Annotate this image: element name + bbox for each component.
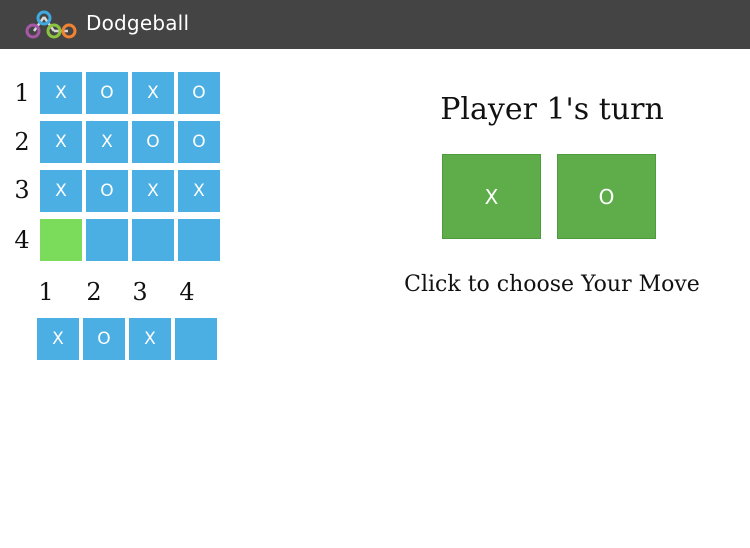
row-label-1: 1 xyxy=(14,79,30,107)
board-cell-r2-c1[interactable]: X xyxy=(40,121,82,163)
board-cell-r1-c2[interactable]: O xyxy=(86,72,128,114)
choose-o-button[interactable]: O xyxy=(557,154,656,239)
col-label-1: 1 xyxy=(38,278,54,306)
dodgeball-logo-icon xyxy=(25,10,77,39)
col-label-3: 3 xyxy=(132,278,148,306)
row-label-4: 4 xyxy=(14,226,30,254)
row-label-2: 2 xyxy=(14,128,30,156)
board-cell-r1-c4[interactable]: O xyxy=(178,72,220,114)
board-cell-r2-c3[interactable]: O xyxy=(132,121,174,163)
col-label-4: 4 xyxy=(179,278,195,306)
dodge-cell-1[interactable]: X xyxy=(37,318,79,360)
dodge-cell-4[interactable] xyxy=(175,318,217,360)
board-cell-r2-c4[interactable]: O xyxy=(178,121,220,163)
board-cell-r4-c3[interactable] xyxy=(132,219,174,261)
board-cell-r4-c4[interactable] xyxy=(178,219,220,261)
turn-title: Player 1's turn xyxy=(440,92,664,127)
board-cell-r1-c1[interactable]: X xyxy=(40,72,82,114)
board-cell-r4-c1[interactable] xyxy=(40,219,82,261)
dodge-cell-3[interactable]: X xyxy=(129,318,171,360)
board-cell-r3-c3[interactable]: X xyxy=(132,170,174,212)
board-cell-r4-c2[interactable] xyxy=(86,219,128,261)
app-header: Dodgeball xyxy=(0,0,750,49)
row-label-3: 3 xyxy=(14,176,30,204)
choose-x-button[interactable]: X xyxy=(442,154,541,239)
board-cell-r2-c2[interactable]: X xyxy=(86,121,128,163)
board-cell-r3-c1[interactable]: X xyxy=(40,170,82,212)
dodge-cell-2[interactable]: O xyxy=(83,318,125,360)
board-cell-r3-c4[interactable]: X xyxy=(178,170,220,212)
move-instruction: Click to choose Your Move xyxy=(404,272,700,297)
board-cell-r1-c3[interactable]: X xyxy=(132,72,174,114)
board-cell-r3-c2[interactable]: O xyxy=(86,170,128,212)
app-title: Dodgeball xyxy=(86,11,190,35)
col-label-2: 2 xyxy=(86,278,102,306)
